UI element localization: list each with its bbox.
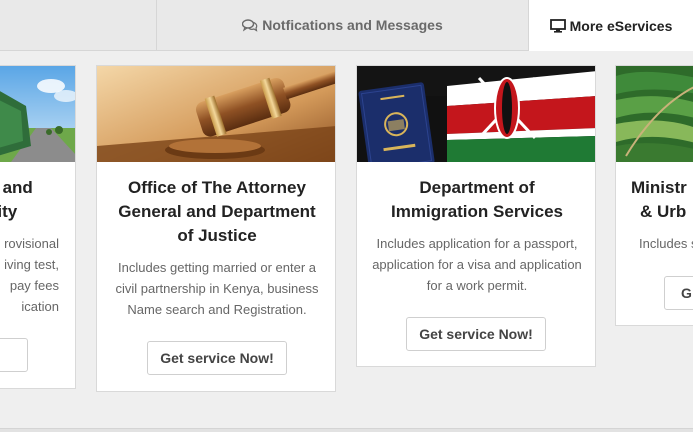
tab-bar: Notfications and Messages More eServices	[0, 0, 693, 51]
tab-more-eservices-label: More eServices	[569, 17, 673, 34]
service-card-transport: ort and rity rovisional iving test, pay …	[0, 65, 76, 389]
get-service-button[interactable]: Get service Now!	[406, 317, 546, 351]
service-card-description: rovisional iving test, pay fees ication	[4, 236, 59, 314]
tab-more-eservices[interactable]: More eServices	[528, 0, 693, 51]
farmland-image	[616, 66, 693, 162]
service-card-title: Office of The Attorney General and Depar…	[118, 178, 316, 245]
tab-notifications-label: Notfications and Messages	[262, 17, 443, 33]
service-card-ministry-lands: Ministr & Urb Includes s G	[615, 65, 693, 326]
service-card-immigration: Department of Immigration Services Inclu…	[356, 65, 596, 367]
service-card-title: Ministr & Urb	[631, 178, 687, 221]
get-service-button[interactable]: Get service Now!	[147, 341, 287, 375]
get-service-button[interactable]: w!	[0, 338, 28, 372]
monitor-icon	[549, 18, 566, 33]
tab-previous[interactable]	[0, 0, 156, 50]
get-service-button[interactable]: G	[664, 276, 693, 310]
service-card-attorney-general: Office of The Attorney General and Depar…	[96, 65, 336, 392]
comments-icon	[242, 18, 258, 32]
service-card-title: ort and rity	[0, 178, 33, 221]
service-card-title: Department of Immigration Services	[391, 178, 563, 221]
service-card-description: Includes getting married or enter a civi…	[115, 260, 319, 317]
service-card-description: Includes s	[639, 236, 693, 251]
section-divider	[0, 428, 693, 432]
passport-flag-image	[357, 66, 595, 162]
service-card-description: Includes application for a passport, app…	[372, 236, 582, 293]
service-card-image	[0, 66, 75, 162]
tab-notifications[interactable]: Notfications and Messages	[156, 0, 528, 50]
gavel-image	[97, 66, 335, 162]
